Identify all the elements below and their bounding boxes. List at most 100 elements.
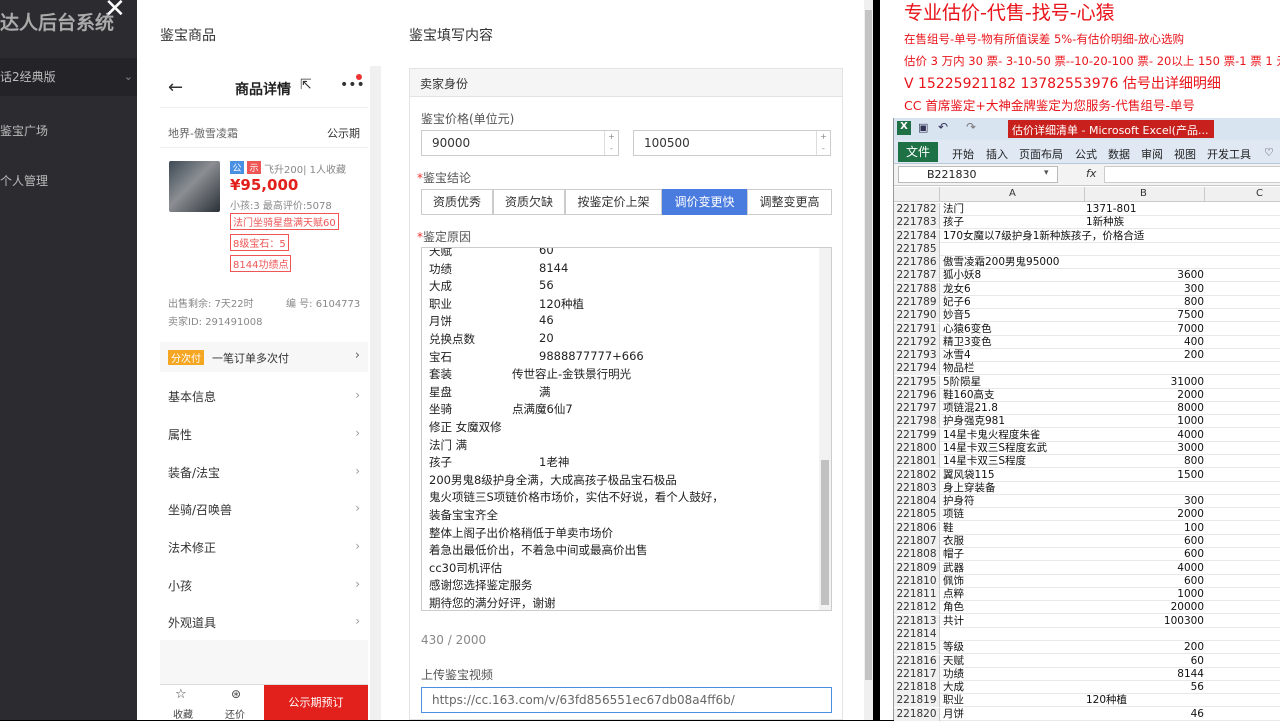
- row-number[interactable]: 221784: [894, 229, 940, 243]
- stepper-icon[interactable]: + -: [816, 131, 830, 155]
- row-number[interactable]: 221820: [894, 707, 940, 721]
- row-number[interactable]: 221810: [894, 574, 940, 588]
- cell-a[interactable]: 等级: [943, 641, 964, 654]
- conclusion-option-selected[interactable]: 调价变更快: [662, 189, 747, 215]
- table-row[interactable]: 221816 天赋 60: [894, 654, 1280, 668]
- share-icon[interactable]: ⇱: [300, 77, 312, 93]
- row-number[interactable]: 221788: [894, 282, 940, 296]
- cell-a[interactable]: 项链: [943, 508, 964, 521]
- dropdown-icon[interactable]: ▾: [1044, 168, 1049, 178]
- close-icon[interactable]: ✕: [104, 0, 126, 24]
- cell-b[interactable]: 1371-801: [1086, 203, 1204, 216]
- cell-b[interactable]: 600: [1086, 548, 1204, 561]
- tab-developer[interactable]: 开发工具: [1207, 146, 1251, 162]
- table-row[interactable]: 221815 等级 200: [894, 641, 1280, 655]
- star-icon[interactable]: ☆: [175, 687, 187, 702]
- conclusion-option[interactable]: 资质优秀: [421, 189, 493, 215]
- row-number[interactable]: 221782: [894, 203, 940, 216]
- menu-equipment[interactable]: 装备/法宝 ›: [168, 464, 360, 481]
- preview-scrollbar[interactable]: [370, 66, 381, 720]
- table-row[interactable]: 221792 精卫3变色 400: [894, 335, 1280, 349]
- cell-b[interactable]: 1000: [1086, 588, 1204, 601]
- row-number[interactable]: 221806: [894, 521, 940, 535]
- row-number[interactable]: 221793: [894, 349, 940, 363]
- table-row[interactable]: 221803 身上穿装备: [894, 481, 1280, 495]
- col-c[interactable]: C: [1256, 188, 1263, 199]
- row-number[interactable]: 221803: [894, 481, 940, 495]
- file-tab[interactable]: 文件: [898, 142, 938, 162]
- cell-a[interactable]: 14星卡鬼火程度朱雀: [943, 429, 1040, 442]
- row-number[interactable]: 221787: [894, 269, 940, 283]
- tab-review[interactable]: 审阅: [1141, 146, 1163, 162]
- table-row[interactable]: 221793 冰雪4 200: [894, 349, 1280, 363]
- save-icon[interactable]: ▣: [918, 121, 928, 134]
- bargain-icon[interactable]: ⊛: [231, 687, 241, 701]
- cell-b[interactable]: 600: [1086, 575, 1204, 588]
- cell-a[interactable]: 5阶陨星: [943, 376, 981, 389]
- cell-b[interactable]: 3600: [1086, 269, 1204, 282]
- cell-b[interactable]: 46: [1086, 708, 1204, 721]
- cell-a[interactable]: 冰雪4: [943, 349, 971, 362]
- table-row[interactable]: 221795 5阶陨星 31000: [894, 375, 1280, 389]
- row-number[interactable]: 221783: [894, 216, 940, 230]
- cell-a[interactable]: 14星卡双三S程度: [943, 455, 1026, 468]
- cell-b[interactable]: 400: [1086, 336, 1204, 349]
- row-number[interactable]: 221794: [894, 362, 940, 376]
- row-number[interactable]: 221789: [894, 295, 940, 309]
- table-row[interactable]: 221806 鞋 100: [894, 521, 1280, 535]
- table-row[interactable]: 221813 共计 100300: [894, 614, 1280, 628]
- installment-row[interactable]: 分次付 一笔订单多次付 ›: [160, 342, 368, 372]
- cell-b[interactable]: 2000: [1086, 508, 1204, 521]
- cell-b[interactable]: 120种植: [1086, 694, 1204, 707]
- table-row[interactable]: 221782 法门 1371-801: [894, 203, 1280, 216]
- cell-a[interactable]: 护身强克981: [943, 415, 1005, 428]
- table-row[interactable]: 221783 孩子 1新种族: [894, 216, 1280, 230]
- price-max-input[interactable]: 100500 + -: [633, 130, 831, 156]
- cell-a[interactable]: 鞋: [943, 522, 954, 535]
- table-row[interactable]: 221810 佩饰 600: [894, 574, 1280, 588]
- table-row[interactable]: 221788 龙女6 300: [894, 282, 1280, 296]
- row-number[interactable]: 221819: [894, 694, 940, 708]
- cell-a[interactable]: 角色: [943, 601, 964, 614]
- cell-a[interactable]: 妃子6: [943, 296, 971, 309]
- cell-b[interactable]: 300: [1086, 283, 1204, 296]
- row-number[interactable]: 221791: [894, 322, 940, 336]
- cell-a[interactable]: 大成: [943, 681, 964, 694]
- name-box[interactable]: B221830: [898, 166, 1058, 183]
- row-number[interactable]: 221812: [894, 601, 940, 615]
- row-number[interactable]: 221815: [894, 641, 940, 655]
- price-min-input[interactable]: 90000 + -: [421, 130, 619, 156]
- back-arrow-icon[interactable]: ←: [168, 77, 183, 98]
- undo-icon[interactable]: ↶: [938, 120, 948, 134]
- table-row[interactable]: 221804 护身符 300: [894, 495, 1280, 509]
- cell-b[interactable]: 100300: [1086, 615, 1204, 628]
- cell-a[interactable]: 职业: [943, 694, 964, 707]
- row-number[interactable]: 221811: [894, 588, 940, 602]
- cell-a[interactable]: 狐小妖8: [943, 269, 981, 282]
- menu-mounts[interactable]: 坐骑/召唤兽 ›: [168, 501, 360, 518]
- row-number[interactable]: 221785: [894, 242, 940, 256]
- cell-b[interactable]: 800: [1086, 455, 1204, 468]
- cell-a[interactable]: 天赋: [943, 655, 964, 668]
- row-number[interactable]: 221792: [894, 335, 940, 349]
- row-number[interactable]: 221805: [894, 508, 940, 522]
- more-icon[interactable]: •••: [340, 77, 365, 93]
- table-row[interactable]: 221798 护身强克981 1000: [894, 415, 1280, 429]
- row-number[interactable]: 221816: [894, 654, 940, 668]
- help-icon[interactable]: ♡: [1264, 146, 1274, 159]
- table-row[interactable]: 221787 狐小妖8 3600: [894, 269, 1280, 283]
- cell-a[interactable]: 护身符: [943, 495, 975, 508]
- conclusion-option[interactable]: 调整变更高: [747, 189, 832, 215]
- table-row[interactable]: 221802 翼风袋115 1500: [894, 468, 1280, 482]
- formula-input[interactable]: [1104, 166, 1280, 183]
- conclusion-option[interactable]: 资质欠缺: [493, 189, 565, 215]
- row-number[interactable]: 221786: [894, 256, 940, 270]
- cell-a[interactable]: 孩子: [943, 216, 964, 229]
- menu-spell-mod[interactable]: 法术修正 ›: [168, 539, 360, 556]
- cell-a[interactable]: 心猿6变色: [943, 323, 992, 336]
- cell-b[interactable]: 8000: [1086, 402, 1204, 415]
- table-row[interactable]: 221784 170女魔以7级护身1新种族孩子，价格合适: [894, 229, 1280, 243]
- cell-a[interactable]: 14星卡双三S程度玄武: [943, 442, 1047, 455]
- cell-a[interactable]: 帽子: [943, 548, 964, 561]
- cell-a[interactable]: 翼风袋115: [943, 469, 995, 482]
